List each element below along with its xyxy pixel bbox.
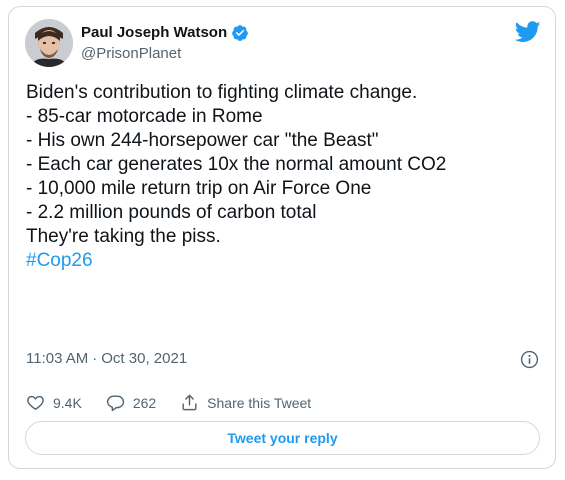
- author-name-row: Paul Joseph Watson: [81, 23, 249, 43]
- tweet-line: - His own 244-horsepower car "the Beast": [26, 130, 379, 151]
- heart-icon: [27, 395, 44, 410]
- tweet-line: - 10,000 mile return trip on Air Force O…: [26, 178, 372, 199]
- like-button[interactable]: 9.4K: [26, 393, 82, 412]
- tweet-line: - Each car generates 10x the normal amou…: [26, 154, 447, 175]
- tweet-line: - 2.2 million pounds of carbon total: [26, 202, 317, 223]
- share-button[interactable]: Share this Tweet: [180, 393, 311, 412]
- tweet-date: Oct 30, 2021: [101, 350, 188, 367]
- share-icon: [182, 394, 197, 411]
- tweet-line: Biden's contribution to fighting climate…: [26, 82, 418, 103]
- reply-count-button[interactable]: 262: [106, 393, 156, 412]
- tweet-timestamp[interactable]: 11:03 AM · Oct 30, 2021: [26, 349, 187, 369]
- tweet-your-reply-button[interactable]: Tweet your reply: [25, 421, 540, 455]
- info-icon[interactable]: [520, 350, 539, 369]
- share-label: Share this Tweet: [207, 394, 312, 411]
- tweet-actions: 9.4K 262 Share this Tweet: [26, 393, 335, 412]
- tweet-text: Biden's contribution to fighting climate…: [26, 81, 536, 273]
- comment-icon: [106, 395, 124, 412]
- hashtag-link[interactable]: #Cop26: [26, 250, 93, 271]
- tweet-time: 11:03 AM: [26, 350, 89, 367]
- meta-separator: ·: [92, 350, 98, 367]
- tweet-line: They're taking the piss.: [26, 226, 221, 247]
- tweet-line: - 85-car motorcade in Rome: [26, 106, 263, 127]
- avatar[interactable]: [25, 19, 73, 67]
- verified-badge-icon: [232, 25, 249, 41]
- twitter-bird-icon[interactable]: [515, 21, 541, 43]
- avatar-image: [25, 19, 73, 67]
- reply-count: 262: [132, 394, 157, 411]
- tweet-card: Paul Joseph Watson @PrisonPlanet Biden's…: [8, 6, 556, 469]
- author-display-name[interactable]: Paul Joseph Watson: [81, 23, 227, 43]
- like-count: 9.4K: [53, 394, 82, 411]
- author-handle[interactable]: @PrisonPlanet: [81, 44, 181, 64]
